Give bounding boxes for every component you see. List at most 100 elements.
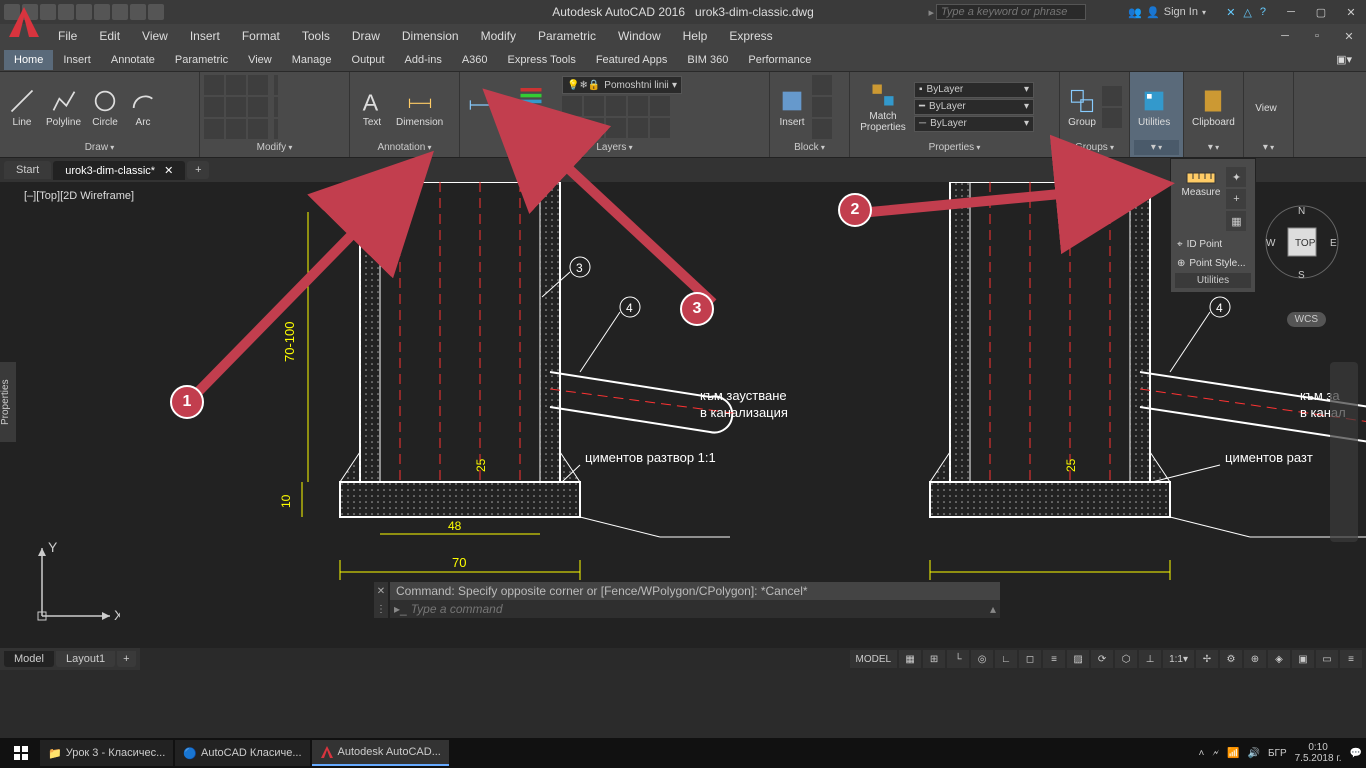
layer-btn-10[interactable]	[650, 118, 670, 138]
menu-express[interactable]: Express	[719, 27, 782, 45]
infocenter-search[interactable]: ▸	[928, 4, 1086, 20]
tray-volume-icon[interactable]: 🔊	[1248, 748, 1260, 759]
drawing-area[interactable]: Properties [–][Top][2D Wireframe] 3 4 70…	[0, 182, 1366, 648]
layer-btn-2[interactable]	[584, 96, 604, 116]
stretch-button[interactable]	[204, 119, 224, 139]
ungroup-button[interactable]	[1102, 86, 1122, 106]
task-explorer[interactable]: 📁Урок 3 - Класичес...	[40, 740, 173, 766]
linetype-combo[interactable]: ─ ByLayer▾	[914, 116, 1034, 132]
circle-button[interactable]: Circle	[87, 85, 123, 130]
a360-icon[interactable]: △	[1243, 6, 1251, 19]
tab-insert[interactable]: Insert	[53, 50, 101, 70]
polyline-button[interactable]: Polyline	[42, 85, 85, 130]
block-attr-button[interactable]	[812, 119, 832, 139]
layout-add-button[interactable]: +	[117, 651, 135, 667]
view-button[interactable]: View	[1248, 99, 1284, 116]
layer-btn-3[interactable]	[606, 96, 626, 116]
copy-button[interactable]	[204, 97, 224, 117]
menu-parametric[interactable]: Parametric	[528, 27, 606, 45]
group-button[interactable]: Group	[1064, 85, 1100, 130]
layout-model[interactable]: Model	[4, 651, 54, 667]
explode-button[interactable]	[274, 119, 278, 139]
point-button[interactable]: +	[1226, 189, 1246, 209]
tab-addins[interactable]: Add-ins	[395, 50, 452, 70]
fillet-button[interactable]	[248, 97, 268, 117]
close-button[interactable]: ✕	[1336, 0, 1366, 24]
panel-utilities-label[interactable]: ▾	[1134, 140, 1179, 155]
menu-file[interactable]: File	[48, 27, 87, 45]
layer-btn-4[interactable]	[628, 96, 648, 116]
tab-manage[interactable]: Manage	[282, 50, 342, 70]
qat-saveas-icon[interactable]	[58, 4, 74, 20]
qat-plot-icon[interactable]	[76, 4, 92, 20]
menu-dimension[interactable]: Dimension	[392, 27, 469, 45]
ribbon-minimize-button[interactable]: ▣▾	[1326, 49, 1362, 70]
layout-layout1[interactable]: Layout1	[56, 651, 115, 667]
status-transparency[interactable]: ▨	[1067, 650, 1089, 668]
status-isolate[interactable]: ▣	[1292, 650, 1314, 668]
tab-output[interactable]: Output	[342, 50, 395, 70]
task-autocad[interactable]: Autodesk AutoCAD...	[312, 740, 449, 766]
color-combo[interactable]: ▪ ByLayer▾	[914, 82, 1034, 98]
lineweight-combo[interactable]: ━ ByLayer▾	[914, 99, 1034, 115]
status-iso[interactable]: ∟	[995, 650, 1017, 668]
status-polar[interactable]: ◎	[971, 650, 993, 668]
status-model[interactable]: MODEL	[850, 650, 898, 668]
menu-draw[interactable]: Draw	[342, 27, 390, 45]
mirror-button[interactable]	[226, 97, 246, 117]
menu-insert[interactable]: Insert	[180, 27, 230, 45]
new-tab-button[interactable]: +	[187, 161, 209, 179]
status-hw[interactable]: ◈	[1268, 650, 1290, 668]
erase-button[interactable]	[274, 97, 278, 117]
tab-a360[interactable]: A360	[452, 50, 498, 70]
group-edit-button[interactable]	[1102, 108, 1122, 128]
dimension-button[interactable]: Dimension	[392, 85, 447, 130]
maximize-button[interactable]: ▢	[1306, 0, 1336, 24]
tab-current-doc[interactable]: urok3-dim-classic* ✕	[53, 161, 185, 180]
measure-button[interactable]: Measure	[1180, 167, 1223, 231]
tab-view[interactable]: View	[238, 50, 282, 70]
offset-button[interactable]	[274, 75, 278, 95]
status-customize[interactable]: ≡	[1340, 650, 1362, 668]
wcs-badge[interactable]: WCS	[1287, 312, 1326, 327]
signin-label[interactable]: Sign In	[1164, 6, 1198, 18]
signin-area[interactable]: 👥 👤 Sign In ▾	[1128, 6, 1206, 19]
status-clean[interactable]: ▭	[1316, 650, 1338, 668]
tab-featured[interactable]: Featured Apps	[586, 50, 678, 70]
layer-properties-button[interactable]: Layer Properties	[502, 79, 560, 135]
layer-btn-6[interactable]	[562, 118, 582, 138]
layer-btn-1[interactable]	[562, 96, 582, 116]
properties-palette-tab[interactable]: Properties	[0, 362, 16, 442]
status-monitor[interactable]: ⊕	[1244, 650, 1266, 668]
command-input[interactable]	[407, 602, 990, 616]
status-ws[interactable]: ⚙	[1220, 650, 1242, 668]
panel-view-label[interactable]: ▾	[1248, 140, 1289, 155]
menu-window[interactable]: Window	[608, 27, 671, 45]
task-chrome[interactable]: 🔵AutoCAD Класиче...	[175, 740, 309, 766]
qat-more-icon[interactable]	[148, 4, 164, 20]
layer-btn-7[interactable]	[584, 118, 604, 138]
panel-modify-label[interactable]: Modify	[204, 140, 345, 155]
block-create-button[interactable]	[812, 75, 832, 95]
menu-help[interactable]: Help	[673, 27, 718, 45]
tray-notifications-icon[interactable]: 💬	[1350, 748, 1362, 759]
ucs-icon[interactable]: X Y	[30, 538, 120, 628]
insert-button[interactable]: Insert	[774, 85, 810, 130]
move-button[interactable]	[204, 75, 224, 95]
panel-layers-label[interactable]: Layers	[464, 140, 765, 155]
menu-view[interactable]: View	[132, 27, 178, 45]
panel-properties-label[interactable]: Properties	[854, 140, 1055, 155]
panel-draw-label[interactable]: Draw	[4, 140, 195, 155]
id-point-button[interactable]: ⌖ID Point	[1175, 235, 1251, 254]
tab-parametric[interactable]: Parametric	[165, 50, 238, 70]
tab-start[interactable]: Start	[4, 161, 51, 179]
menu-modify[interactable]: Modify	[471, 27, 526, 45]
line-button[interactable]: Line	[4, 85, 40, 130]
menu-format[interactable]: Format	[232, 27, 290, 45]
panel-groups-label[interactable]: Groups	[1064, 140, 1125, 155]
tray-power-icon[interactable]: 🗲	[1212, 748, 1219, 759]
layer-btn-8[interactable]	[606, 118, 626, 138]
cmd-recent-button[interactable]: ▴	[990, 602, 996, 616]
layer-btn-9[interactable]	[628, 118, 648, 138]
panel-clipboard-label[interactable]: ▾	[1188, 140, 1239, 155]
